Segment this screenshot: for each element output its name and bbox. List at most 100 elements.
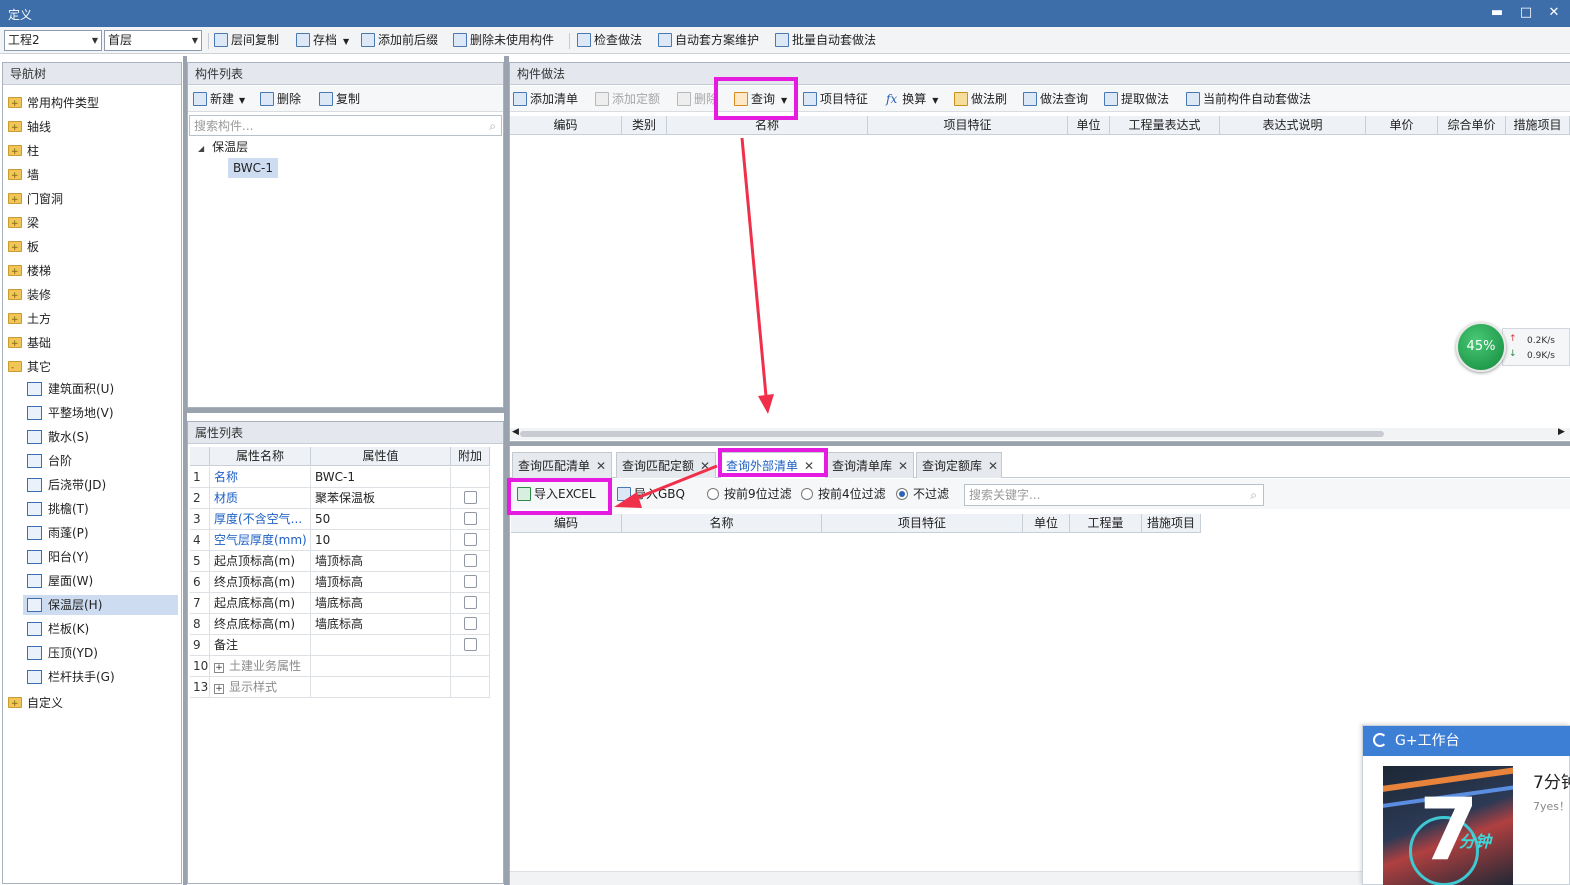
- nav-item[interactable]: 压顶(YD): [23, 643, 178, 663]
- tab-match-bill[interactable]: 查询匹配清单 ✕: [512, 452, 612, 478]
- add-quota-button[interactable]: 添加定额: [595, 91, 660, 108]
- property-extra-checkbox[interactable]: [463, 512, 477, 525]
- property-extra-checkbox[interactable]: [463, 554, 477, 567]
- property-row[interactable]: 3 厚度(不含空气... 50: [190, 509, 490, 530]
- nav-item[interactable]: 栏杆扶手(G): [23, 667, 178, 687]
- property-value[interactable]: 墙底标高: [311, 614, 451, 635]
- property-value[interactable]: 墙顶标高: [311, 551, 451, 572]
- nav-item[interactable]: 平整场地(V): [23, 403, 178, 423]
- scroll-right-icon[interactable]: ▶: [1558, 427, 1565, 437]
- nav-folder[interactable]: 梁: [8, 213, 39, 234]
- property-extra-checkbox[interactable]: [463, 596, 477, 609]
- check-method-button[interactable]: 检查做法: [577, 31, 642, 50]
- property-value[interactable]: [311, 677, 451, 698]
- nav-folder[interactable]: 其它: [8, 357, 51, 378]
- close-icon[interactable]: ✕: [898, 459, 908, 473]
- tree-node-bwc1[interactable]: BWC-1: [228, 158, 279, 178]
- property-row[interactable]: 13 + 显示样式: [190, 677, 490, 698]
- property-row[interactable]: 6 终点顶标高(m) 墙顶标高: [190, 572, 490, 593]
- property-row[interactable]: 2 材质 聚苯保温板: [190, 488, 490, 509]
- gplus-workbench-card[interactable]: G+工作台 7 分钟 7分钟 7yes！: [1362, 725, 1570, 885]
- property-row[interactable]: 1 名称 BWC-1: [190, 467, 490, 488]
- network-speed-widget[interactable]: ↑ 0.2K/s ↓ 0.9K/s 45%: [1456, 322, 1570, 372]
- nav-item[interactable]: 挑檐(T): [23, 499, 178, 519]
- property-extra-checkbox[interactable]: [463, 491, 477, 504]
- nav-item[interactable]: 阳台(Y): [23, 547, 178, 567]
- convert-button[interactable]: fx 换算 ▼: [886, 91, 938, 108]
- tree-node-insulation[interactable]: ◢ 保温层: [198, 138, 248, 156]
- nav-folder[interactable]: 门窗洞: [8, 189, 63, 210]
- nav-folder[interactable]: 板: [8, 237, 39, 258]
- property-row[interactable]: 5 起点顶标高(m) 墙顶标高: [190, 551, 490, 572]
- property-extra-checkbox[interactable]: [463, 533, 477, 546]
- filter-9-radio[interactable]: 按前9位过滤: [707, 486, 792, 503]
- component-search-input[interactable]: 搜索构件... ⌕: [189, 115, 502, 136]
- memory-usage-badge[interactable]: 45%: [1456, 322, 1506, 372]
- nav-folder[interactable]: 自定义: [8, 693, 63, 714]
- nav-folder[interactable]: 土方: [8, 309, 51, 330]
- tab-bill-library[interactable]: 查询清单库 ✕: [826, 452, 914, 478]
- property-value[interactable]: 50: [311, 509, 451, 530]
- property-row[interactable]: 10 + 土建业务属性: [190, 656, 490, 677]
- property-value[interactable]: 聚苯保温板: [311, 488, 451, 509]
- property-value[interactable]: 墙顶标高: [311, 572, 451, 593]
- method-brush-button[interactable]: 做法刷: [954, 91, 1007, 108]
- property-row[interactable]: 4 空气层厚度(mm) 10: [190, 530, 490, 551]
- video-thumbnail[interactable]: 7 分钟: [1383, 766, 1513, 885]
- archive-button[interactable]: 存档 ▼: [296, 31, 349, 50]
- nav-item[interactable]: 保温层(H): [23, 595, 178, 615]
- method-hscrollbar[interactable]: ◀ ▶: [510, 427, 1570, 440]
- item-feature-button[interactable]: 项目特征: [803, 91, 868, 108]
- property-value[interactable]: BWC-1: [311, 467, 451, 488]
- delete-component-button[interactable]: 删除: [260, 91, 301, 108]
- keyword-search-input[interactable]: 搜索关键字... ⌕: [964, 484, 1264, 506]
- new-component-button[interactable]: 新建 ▼: [193, 91, 245, 108]
- close-icon[interactable]: ✕: [700, 459, 710, 473]
- maximize-icon[interactable]: □: [1515, 3, 1537, 23]
- property-value[interactable]: 10: [311, 530, 451, 551]
- nav-folder[interactable]: 墙: [8, 165, 39, 186]
- property-value[interactable]: [311, 656, 451, 677]
- method-query-button[interactable]: 做法查询: [1023, 91, 1088, 108]
- nav-item[interactable]: 屋面(W): [23, 571, 178, 591]
- horizontal-splitter[interactable]: [187, 408, 504, 413]
- nav-item[interactable]: 建筑面积(U): [23, 379, 178, 399]
- expand-icon[interactable]: +: [214, 684, 224, 694]
- auto-plan-button[interactable]: 自动套方案维护: [658, 31, 759, 50]
- property-value[interactable]: 墙底标高: [311, 593, 451, 614]
- project-select[interactable]: 工程2 ▼: [4, 30, 102, 51]
- floor-select[interactable]: 首层 ▼: [104, 30, 202, 51]
- nav-folder[interactable]: 柱: [8, 141, 39, 162]
- no-filter-radio[interactable]: 不过滤: [896, 486, 949, 503]
- tab-match-quota[interactable]: 查询匹配定额 ✕: [616, 452, 716, 478]
- nav-item[interactable]: 台阶: [23, 451, 178, 471]
- expand-icon[interactable]: +: [214, 663, 224, 673]
- nav-item[interactable]: 栏板(K): [23, 619, 178, 639]
- scroll-thumb[interactable]: [520, 431, 1384, 437]
- extract-method-button[interactable]: 提取做法: [1104, 91, 1169, 108]
- property-extra-checkbox[interactable]: [463, 638, 477, 651]
- property-extra-checkbox[interactable]: [463, 575, 477, 588]
- add-prefix-suffix-button[interactable]: 添加前后缀: [361, 31, 438, 50]
- nav-folder[interactable]: 楼梯: [8, 261, 51, 282]
- add-bill-button[interactable]: 添加清单: [513, 91, 578, 108]
- batch-auto-button[interactable]: 批量自动套做法: [775, 31, 876, 50]
- floor-copy-button[interactable]: 层间复制: [214, 31, 279, 50]
- property-extra-checkbox[interactable]: [463, 617, 477, 630]
- nav-folder[interactable]: 常用构件类型: [8, 93, 99, 114]
- nav-item[interactable]: 后浇带(JD): [23, 475, 178, 495]
- filter-4-radio[interactable]: 按前4位过滤: [801, 486, 886, 503]
- property-row[interactable]: 7 起点底标高(m) 墙底标高: [190, 593, 490, 614]
- auto-method-button[interactable]: 当前构件自动套做法: [1186, 91, 1311, 108]
- minimize-icon[interactable]: ▬: [1486, 3, 1508, 23]
- nav-item[interactable]: 散水(S): [23, 427, 178, 447]
- nav-folder[interactable]: 装修: [8, 285, 51, 306]
- nav-item[interactable]: 雨蓬(P): [23, 523, 178, 543]
- tab-quota-library[interactable]: 查询定额库 ✕: [916, 452, 1002, 478]
- property-row[interactable]: 8 终点底标高(m) 墙底标高: [190, 614, 490, 635]
- copy-component-button[interactable]: 复制: [319, 91, 360, 108]
- scroll-left-icon[interactable]: ◀: [512, 427, 519, 437]
- close-icon[interactable]: ✕: [1543, 3, 1565, 23]
- close-icon[interactable]: ✕: [596, 459, 606, 473]
- import-gbq-button[interactable]: 导入GBQ: [617, 486, 685, 503]
